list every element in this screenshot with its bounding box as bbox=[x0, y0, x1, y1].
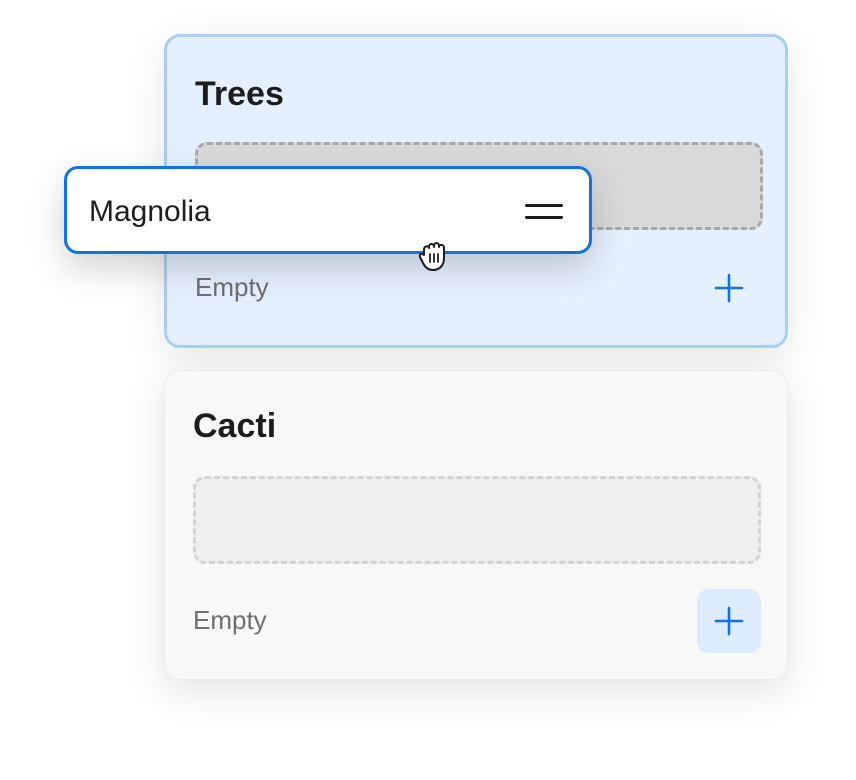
grabbing-hand-cursor-icon bbox=[418, 242, 445, 271]
dragged-list-item[interactable]: Magnolia bbox=[64, 166, 592, 254]
empty-status: Empty bbox=[195, 272, 269, 302]
add-item-button[interactable] bbox=[697, 589, 761, 653]
drop-zone[interactable] bbox=[193, 476, 761, 564]
add-item-button[interactable] bbox=[697, 256, 761, 320]
item-label: Magnolia bbox=[89, 195, 211, 228]
group-title: Trees bbox=[195, 75, 284, 113]
plus-icon bbox=[714, 606, 744, 636]
empty-status: Empty bbox=[193, 605, 267, 635]
drag-handle-icon[interactable] bbox=[521, 199, 565, 223]
plus-icon bbox=[714, 273, 744, 303]
group-card-cacti: Cacti Empty bbox=[164, 370, 788, 680]
group-title: Cacti bbox=[193, 407, 277, 445]
drag-and-drop-board: Trees Empty Cacti Empty Magnolia bbox=[0, 0, 856, 780]
